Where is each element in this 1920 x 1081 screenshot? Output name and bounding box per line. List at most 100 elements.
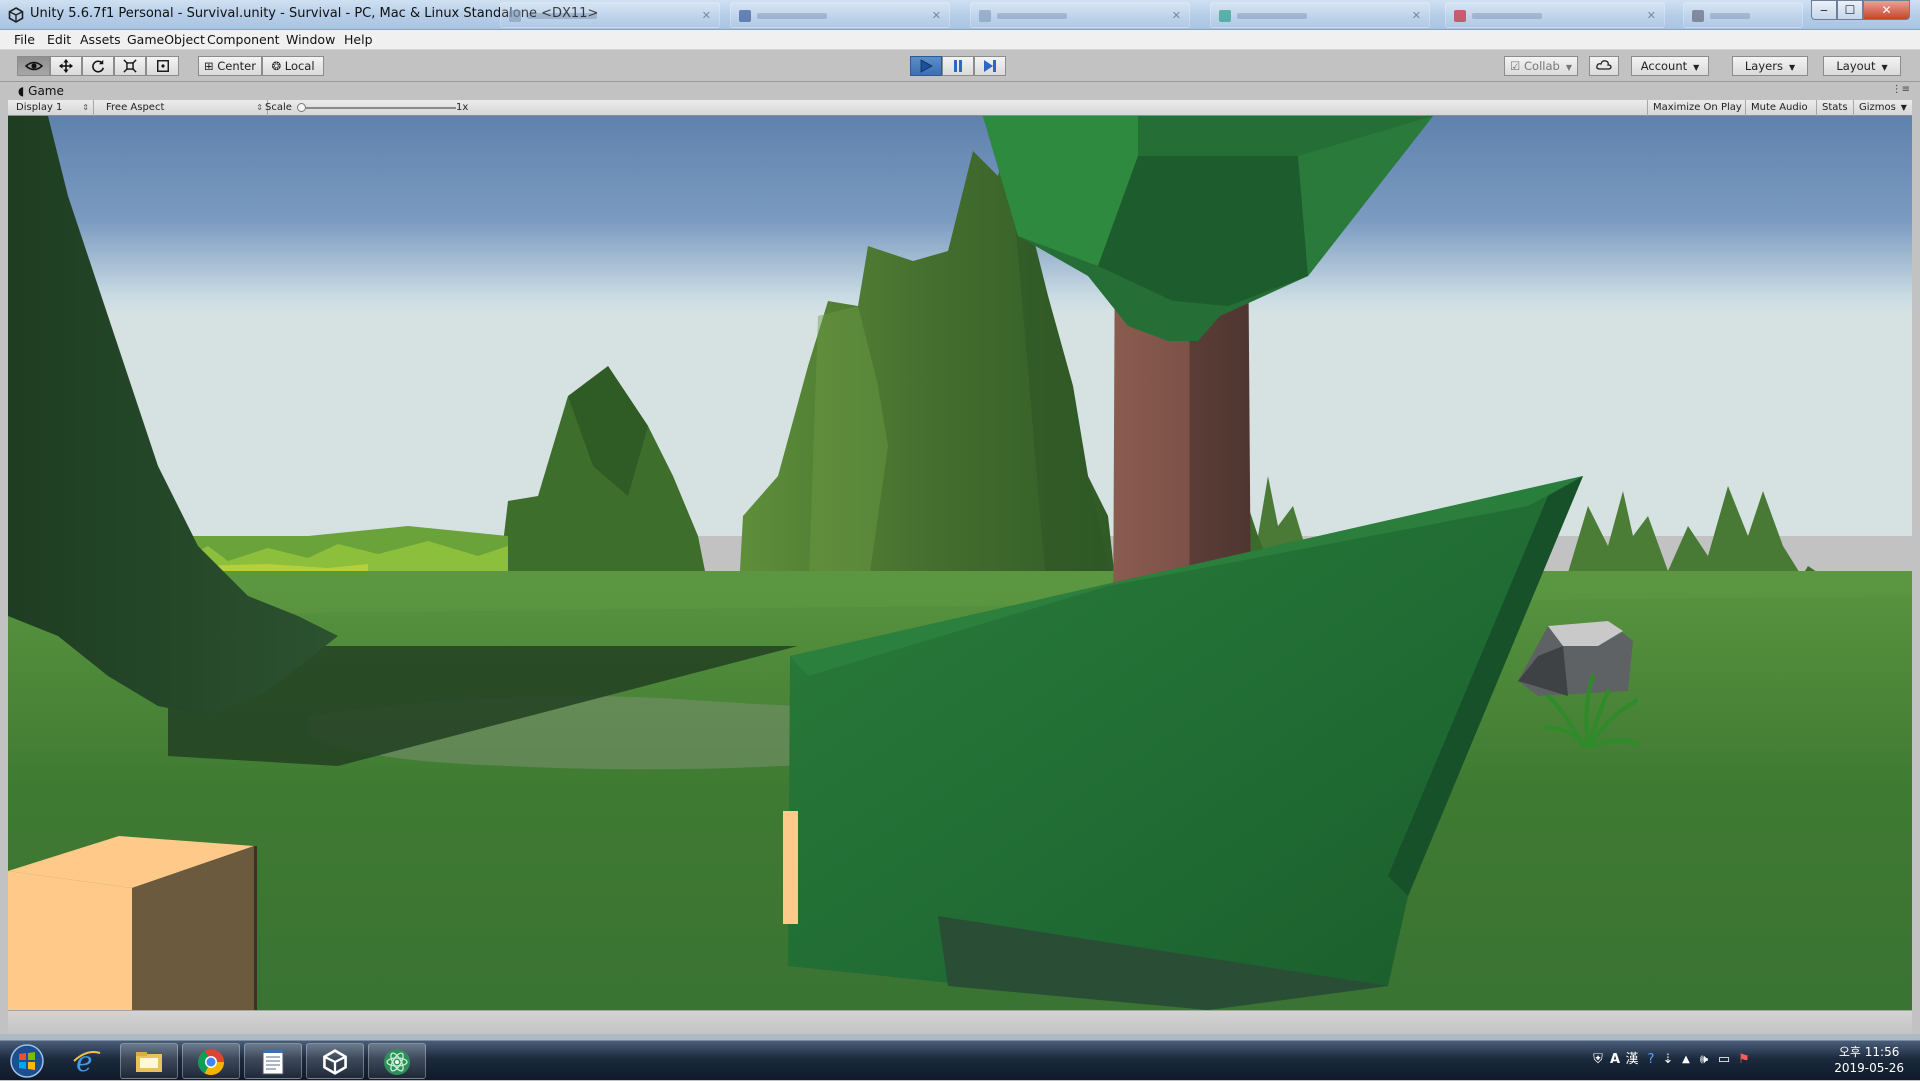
aspect-dropdown[interactable]: Free Aspect ⇕ (98, 100, 268, 116)
action-center-flag-icon[interactable]: ⚑ (1736, 1052, 1752, 1068)
rotate-icon (92, 59, 105, 73)
display-dropdown[interactable]: Display 1 ⇕ (8, 100, 94, 116)
close-button[interactable]: ✕ (1863, 0, 1910, 20)
clock-date: 2019-05-26 (1834, 1061, 1904, 1075)
menu-assets[interactable]: Assets (80, 32, 121, 47)
view-tool-button[interactable] (17, 56, 50, 76)
background-window-tab[interactable]: ✕ (500, 2, 720, 28)
pause-button[interactable] (942, 56, 974, 76)
security-shield-icon[interactable]: ⛨ (1590, 1052, 1606, 1068)
background-window-tab[interactable] (1683, 2, 1803, 28)
taskbar-clock[interactable]: 오후 11:56 2019-05-26 (1834, 1044, 1904, 1076)
ime-settings-icon[interactable]: ⇣ (1660, 1052, 1676, 1068)
network-icon[interactable]: ▭ (1716, 1052, 1732, 1068)
help-icon[interactable]: ? (1643, 1052, 1659, 1068)
window-title-bar[interactable]: Unity 5.6.7f1 Personal - Survival.unity … (0, 0, 1920, 30)
gizmos-dropdown[interactable]: Gizmos ▼ (1853, 100, 1910, 116)
game-viewport[interactable] (8, 116, 1912, 1010)
pivot-local-button[interactable]: ❂ Local (262, 56, 324, 76)
scale-slider-thumb[interactable] (297, 103, 306, 112)
taskbar-atom[interactable] (368, 1043, 426, 1079)
ime-hanja-indicator[interactable]: 漢 (1624, 1052, 1640, 1068)
tab-game-label: Game (28, 84, 64, 98)
cloud-services-button[interactable] (1589, 56, 1619, 76)
status-bar (8, 1010, 1912, 1034)
maximize-on-play-toggle[interactable]: Maximize On Play (1647, 100, 1747, 116)
move-arrows-icon (59, 59, 73, 73)
menu-edit[interactable]: Edit (47, 32, 71, 47)
ime-alpha-indicator[interactable]: A (1607, 1052, 1623, 1068)
tab-game[interactable]: ◖ Game (14, 83, 70, 100)
unity-icon (323, 1049, 347, 1075)
menu-gameobject[interactable]: GameObject (127, 32, 205, 47)
rect-tool-button[interactable] (146, 56, 179, 76)
play-button[interactable] (910, 56, 942, 76)
background-window-tab[interactable]: ✕ (1210, 2, 1430, 28)
main-toolbar: ⊞ Center ❂ Local ☑ Collab ▼ Account ▼ Laye… (0, 50, 1920, 82)
taskbar-internet-explorer[interactable]: e (58, 1043, 116, 1079)
game-view-controls: Display 1 ⇕ Free Aspect ⇕ Scale 1x Maxim… (8, 100, 1912, 116)
internet-explorer-icon: e (73, 1047, 101, 1075)
system-tray: ⛨ A 漢 ? ⇣ ▲ 🕪 ▭ ⚑ 오후 11:56 2019-05-26 (1590, 1041, 1920, 1081)
collab-dropdown[interactable]: ☑ Collab ▼ (1504, 56, 1578, 76)
move-tool-button[interactable] (50, 56, 82, 76)
gizmos-label: Gizmos (1859, 102, 1896, 113)
cloud-icon (1596, 60, 1612, 70)
menu-component[interactable]: Component (207, 32, 280, 47)
taskbar-file-explorer[interactable] (120, 1043, 178, 1079)
game-scene[interactable] (8, 116, 1912, 1010)
scale-tool-button[interactable] (114, 56, 146, 76)
space-label: Local (284, 59, 315, 73)
rect-tool-icon (156, 60, 169, 72)
dropdown-arrow-icon: ▼ (1693, 63, 1700, 72)
step-button[interactable] (974, 56, 1006, 76)
orange-block (8, 836, 257, 1010)
pacman-game-icon: ◖ (18, 84, 25, 98)
windows-taskbar: e ⛨ A 漢 ? ⇣ ▲ 🕪 ▭ ⚑ 오후 11:56 2019-05-26 (0, 1040, 1920, 1080)
held-block-edge (783, 811, 798, 924)
menu-file[interactable]: File (14, 32, 35, 47)
show-hidden-icons-icon[interactable]: ▲ (1678, 1052, 1694, 1068)
start-button-icon[interactable] (4, 1042, 50, 1080)
pivot-center-button[interactable]: ⊞ Center (198, 56, 262, 76)
atom-icon (384, 1049, 410, 1075)
menu-window[interactable]: Window (286, 32, 335, 47)
tab-menu-icon[interactable]: ⋮≡ (1892, 84, 1910, 95)
rotate-tool-button[interactable] (82, 56, 114, 76)
volume-icon[interactable]: 🕪 (1696, 1052, 1712, 1068)
svg-text:e: e (76, 1047, 93, 1075)
pivot-label: Center (217, 59, 256, 73)
taskbar-chrome[interactable] (182, 1043, 240, 1079)
account-dropdown[interactable]: Account ▼ (1631, 56, 1709, 76)
dropdown-arrow-icon: ▼ (1881, 63, 1888, 72)
background-window-tab[interactable]: ✕ (970, 2, 1190, 28)
display-value: Display 1 (16, 102, 63, 113)
minimize-button[interactable]: ‒ (1811, 0, 1837, 20)
stats-toggle[interactable]: Stats (1816, 100, 1853, 116)
layers-dropdown[interactable]: Layers ▼ (1732, 56, 1808, 76)
taskbar-notepad[interactable] (244, 1043, 302, 1079)
account-label: Account (1640, 59, 1688, 73)
updown-arrow-icon: ⇕ (82, 103, 89, 112)
scale-icon (123, 59, 137, 73)
pivot-icon: ⊞ (203, 59, 214, 73)
pause-icon (954, 60, 962, 72)
scale-value: 1x (456, 102, 469, 113)
chrome-icon (197, 1049, 225, 1076)
mute-audio-toggle[interactable]: Mute Audio (1745, 100, 1813, 116)
notepad-icon (262, 1049, 284, 1075)
collab-label: Collab (1524, 59, 1560, 73)
background-window-tab[interactable]: ✕ (1445, 2, 1665, 28)
step-icon (984, 60, 996, 72)
maximize-button[interactable]: ☐ (1837, 0, 1863, 20)
aspect-value: Free Aspect (106, 102, 165, 113)
menu-help[interactable]: Help (344, 32, 373, 47)
scale-slider-track[interactable] (304, 107, 456, 109)
layout-label: Layout (1836, 59, 1876, 73)
background-window-tab[interactable]: ✕ (730, 2, 950, 28)
taskbar-unity[interactable] (306, 1043, 364, 1079)
layout-dropdown[interactable]: Layout ▼ (1823, 56, 1901, 76)
updown-arrow-icon: ⇕ (256, 103, 263, 112)
folder-icon (136, 1052, 162, 1072)
dropdown-arrow-icon: ▼ (1788, 63, 1796, 72)
